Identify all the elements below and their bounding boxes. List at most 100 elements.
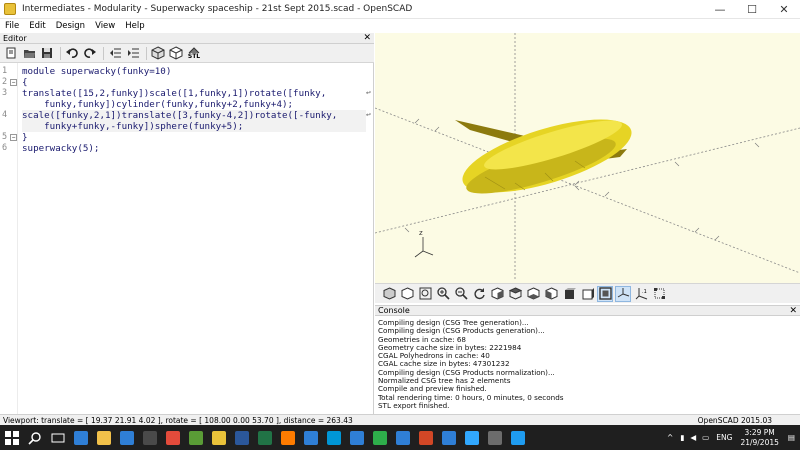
vscode-icon[interactable]	[506, 425, 529, 450]
3d-viewport[interactable]: z	[375, 33, 800, 283]
code-line: module superwacky(funky=10)	[22, 66, 172, 77]
minimize-button[interactable]: —	[704, 0, 736, 19]
edge-icon[interactable]	[69, 425, 92, 450]
toolbar-separator	[60, 46, 61, 60]
menu-design[interactable]: Design	[51, 21, 90, 31]
console-line: STL export finished.	[378, 400, 450, 410]
view-toolbar: .1	[375, 283, 800, 303]
maximize-button[interactable]: ☐	[736, 0, 768, 19]
render-icon[interactable]	[168, 46, 184, 61]
menu-file[interactable]: File	[0, 21, 24, 31]
fold-toggle-icon[interactable]: −	[10, 79, 17, 86]
word-icon[interactable]	[230, 425, 253, 450]
file-explorer-icon[interactable]	[92, 425, 115, 450]
calculator-icon[interactable]	[138, 425, 161, 450]
code-editor[interactable]: 1 2 − 3 4 5 − 6 module superwacky(funky=…	[0, 63, 374, 414]
menu-edit[interactable]: Edit	[24, 21, 50, 31]
search-icon[interactable]	[23, 425, 46, 450]
stl-label: STL	[187, 52, 201, 60]
network-icon[interactable]: ▮	[677, 433, 687, 442]
line-gutter: 1 2 − 3 4 5 − 6	[0, 63, 18, 414]
console-output[interactable]: Compiling design (CSG Tree generation)..…	[375, 316, 800, 414]
render-icon[interactable]	[399, 286, 415, 302]
windows-start-icon[interactable]	[0, 425, 23, 450]
hp-icon[interactable]	[322, 425, 345, 450]
line-number: 2	[2, 77, 8, 87]
media-icon[interactable]	[184, 425, 207, 450]
app-version: OpenSCAD 2015.03	[697, 415, 772, 425]
store-icon[interactable]	[115, 425, 138, 450]
toolbar-separator	[103, 46, 104, 60]
code-icon[interactable]	[483, 425, 506, 450]
view-bottom-icon[interactable]	[525, 286, 541, 302]
redo-icon[interactable]	[82, 46, 98, 61]
show-axes-icon[interactable]	[615, 285, 631, 302]
tray-chevron-icon[interactable]: ^	[663, 433, 677, 442]
unindent-icon[interactable]	[107, 46, 123, 61]
zoom-out-icon[interactable]	[453, 286, 469, 302]
editor-label: Editor	[3, 33, 27, 43]
show-edges-icon[interactable]	[651, 286, 667, 302]
view-diagonal-icon[interactable]	[597, 285, 613, 302]
keyboard-icon[interactable]: ▭	[699, 433, 712, 442]
illustrator-icon[interactable]	[276, 425, 299, 450]
editor-close-button[interactable]: ✕	[363, 33, 371, 43]
axis-label-z: z	[419, 229, 423, 237]
mail-icon[interactable]	[345, 425, 368, 450]
notifications-icon[interactable]: ▤	[783, 433, 800, 442]
export-stl-icon[interactable]: STL	[186, 46, 202, 61]
console-label: Console	[378, 306, 410, 315]
window-title: Intermediates - Modularity - Superwacky …	[22, 4, 413, 14]
indent-icon[interactable]	[125, 46, 141, 61]
view-front-icon[interactable]	[561, 286, 577, 302]
close-button[interactable]: ✕	[768, 0, 800, 19]
new-file-icon[interactable]	[3, 46, 19, 61]
wrap-marker-icon: ↩	[366, 110, 371, 119]
taskbar-icons	[0, 425, 529, 450]
view-left-icon[interactable]	[543, 286, 559, 302]
preview-icon[interactable]	[381, 286, 397, 302]
openscad-app-icon	[4, 3, 16, 15]
line-number: 4	[2, 110, 8, 120]
viewport-scene: z	[375, 33, 800, 281]
code-line-wrapped: funky,funky])cylinder(funky,funky+2,funk…	[22, 99, 294, 110]
chrome-icon[interactable]	[161, 425, 184, 450]
zoom-all-icon[interactable]	[417, 286, 433, 302]
title-bar: Intermediates - Modularity - Superwacky …	[0, 0, 800, 19]
menu-view[interactable]: View	[90, 21, 120, 31]
axis-triad	[414, 237, 434, 258]
mobile-icon[interactable]	[391, 425, 414, 450]
editor-panel-header: Editor ✕	[0, 33, 374, 44]
volume-icon[interactable]: ◀	[687, 433, 699, 442]
console-close-button[interactable]: ✕	[789, 306, 797, 316]
view-right-icon[interactable]	[489, 286, 505, 302]
preview-icon[interactable]	[150, 46, 166, 61]
downloads-icon[interactable]	[437, 425, 460, 450]
openscad-icon[interactable]	[207, 425, 230, 450]
line-number: 1	[2, 66, 8, 76]
view-top-icon[interactable]	[507, 286, 523, 302]
photos-icon[interactable]	[299, 425, 322, 450]
excel-icon[interactable]	[253, 425, 276, 450]
zoom-in-icon[interactable]	[435, 286, 451, 302]
language-indicator[interactable]: ENG	[712, 433, 736, 442]
save-icon[interactable]	[39, 46, 55, 61]
code-line-current: scale([funky,2,1])translate([3,funky-4,2…	[22, 110, 366, 121]
line-number: 3	[2, 88, 8, 98]
app-green-icon[interactable]	[368, 425, 391, 450]
photoshop-icon[interactable]	[460, 425, 483, 450]
code-line: translate([15,2,funky])scale([1,funky,1]…	[22, 88, 327, 99]
code-line: superwacky(5);	[22, 143, 100, 154]
reset-view-icon[interactable]	[471, 286, 487, 302]
open-file-icon[interactable]	[21, 46, 37, 61]
show-scale-icon[interactable]: .1	[633, 286, 649, 302]
viewport-status: Viewport: translate = [ 19.37 21.91 4.02…	[3, 415, 353, 425]
svg-text:.1: .1	[642, 289, 647, 295]
clock[interactable]: 3:29 PM 21/9/2015	[736, 428, 782, 448]
undo-icon[interactable]	[64, 46, 80, 61]
view-back-icon[interactable]	[579, 286, 595, 302]
code-line: {	[22, 77, 28, 88]
task-view-icon[interactable]	[46, 425, 69, 450]
menu-help[interactable]: Help	[120, 21, 149, 31]
powerpoint-icon[interactable]	[414, 425, 437, 450]
